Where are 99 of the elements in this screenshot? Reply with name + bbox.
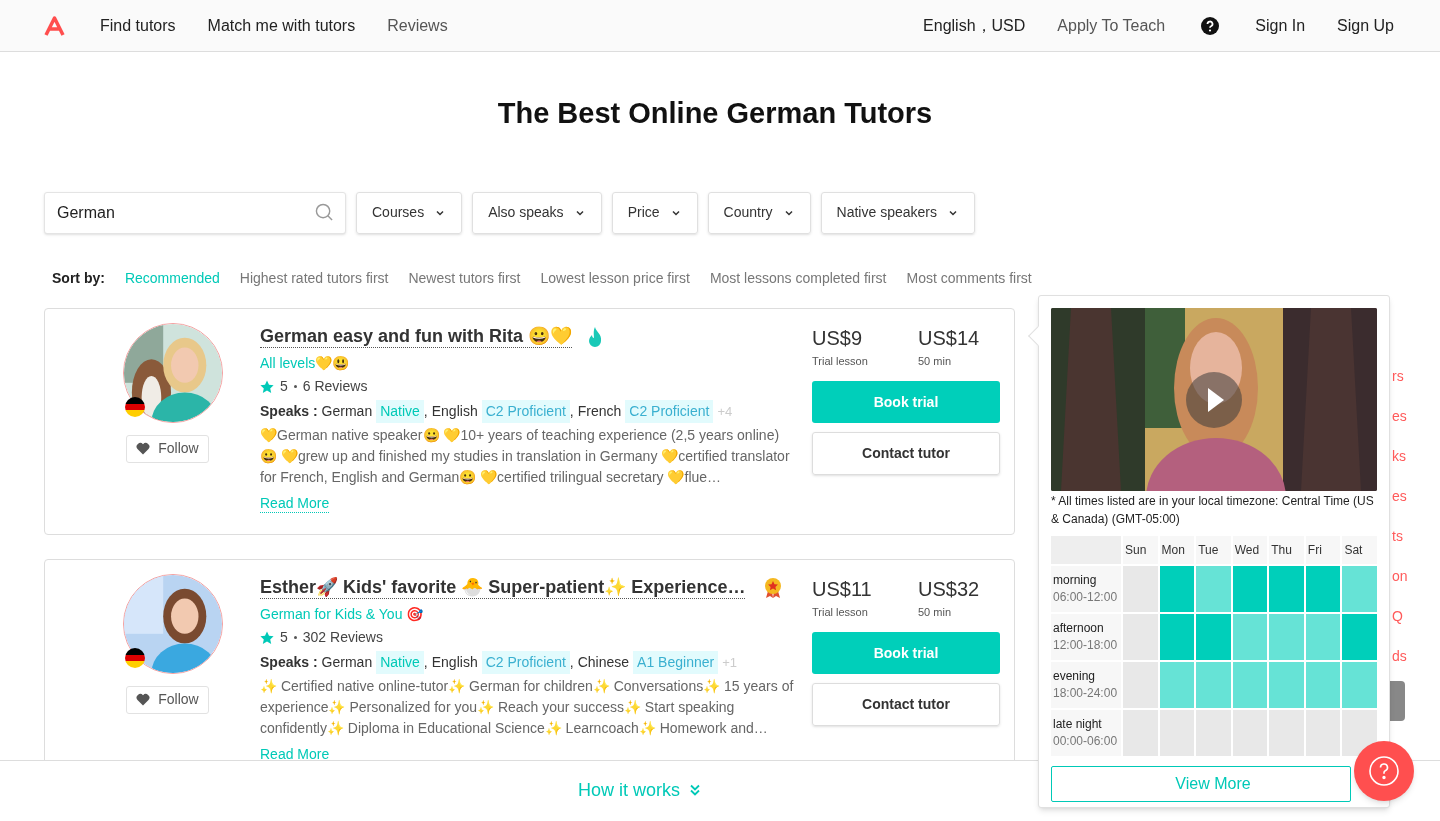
contact-tutor-button[interactable]: Contact tutor bbox=[812, 432, 1000, 475]
comma-text: , bbox=[423, 653, 428, 672]
sort-option[interactable]: Most comments first bbox=[906, 267, 1032, 289]
comma-text: , bbox=[423, 402, 428, 421]
heart-icon bbox=[136, 442, 151, 455]
day-header: Sat bbox=[1342, 536, 1377, 564]
language-currency-link[interactable]: English，USD bbox=[923, 13, 1026, 38]
nav-link[interactable]: Find tutors bbox=[100, 13, 176, 38]
question-icon bbox=[1369, 756, 1399, 786]
search-field[interactable]: German bbox=[44, 191, 346, 234]
sort-option[interactable]: Highest rated tutors first bbox=[239, 267, 389, 289]
timezone-note: * All times listed are in your local timezone: Central Time (US & Canada) (GMT-05:00) bbox=[1051, 493, 1375, 528]
time-slot-name: late night bbox=[1053, 716, 1103, 732]
language-level-tag: Native bbox=[376, 400, 424, 423]
comma-text: , bbox=[569, 402, 574, 421]
time-slot-name: evening bbox=[1053, 668, 1097, 684]
sign-up-link[interactable]: Sign Up bbox=[1337, 13, 1394, 38]
comma-text: , bbox=[569, 653, 574, 672]
lesson-duration: 50 min bbox=[918, 353, 953, 369]
rating-value: 5 bbox=[280, 377, 288, 396]
medal-icon bbox=[763, 576, 784, 599]
filter-dropdown[interactable]: Country bbox=[707, 191, 811, 234]
tutor-subtitle: German for Kids & You 🎯 bbox=[260, 604, 425, 624]
sidebar-link[interactable]: ts bbox=[1392, 526, 1403, 546]
tutor-title-link[interactable]: Esther🚀 Kids' favorite 🐣 Super-patient✨ Experience… bbox=[260, 576, 746, 599]
contact-tutor-button[interactable]: Contact tutor bbox=[812, 683, 1000, 726]
language-name: English bbox=[431, 653, 478, 672]
time-slot-name: afternoon bbox=[1053, 620, 1105, 636]
language-name: Chinese bbox=[577, 653, 630, 672]
review-count: 6 Reviews bbox=[302, 377, 368, 396]
sidebar-link[interactable]: es bbox=[1392, 486, 1407, 506]
page-title: The Best Online German Tutors bbox=[496, 96, 934, 131]
language-name: German bbox=[321, 402, 373, 421]
language-level-tag: C2 Proficient bbox=[481, 400, 570, 423]
time-slot-hours: 18:00-24:00 bbox=[1053, 685, 1119, 702]
speaks-label: Speaks : bbox=[260, 653, 318, 672]
help-icon[interactable] bbox=[1201, 16, 1220, 35]
logo-icon[interactable] bbox=[44, 15, 65, 36]
sign-in-link[interactable]: Sign In bbox=[1255, 13, 1306, 38]
lesson-duration: 50 min bbox=[918, 604, 953, 620]
nav-link[interactable]: Reviews bbox=[387, 13, 448, 38]
sidebar-link[interactable]: Q bbox=[1392, 606, 1403, 626]
heart-icon bbox=[136, 693, 151, 706]
time-slot-name: morning bbox=[1053, 572, 1098, 588]
sort-label: Sort by: bbox=[52, 268, 105, 288]
trial-price: US$9 bbox=[812, 325, 864, 350]
tutor-description: 💛German native speaker😀 💛10+ years of teaching experience (2,5 years online) 😀 💛grew up and finished my studies in translation in Germany 💛certified translator for French, English and German😀 💛certified trilingual secretary 💛flue… bbox=[260, 425, 791, 487]
rating-value: 5 bbox=[280, 628, 288, 647]
trial-label: Trial lesson bbox=[812, 353, 869, 369]
dot-separator-icon bbox=[293, 385, 297, 388]
language-level-tag: Native bbox=[376, 651, 424, 674]
language-name: German bbox=[321, 653, 373, 672]
language-level-tag: A1 Beginner bbox=[633, 651, 719, 674]
apply-to-teach-link[interactable]: Apply To Teach bbox=[1057, 13, 1166, 38]
language-level-tag: C2 Proficient bbox=[625, 400, 714, 423]
time-slot-hours: 00:00-06:00 bbox=[1053, 733, 1119, 750]
star-icon bbox=[260, 630, 274, 645]
dot-separator-icon bbox=[293, 636, 297, 639]
german-flag-icon bbox=[124, 647, 145, 668]
language-name: French bbox=[577, 402, 622, 421]
german-flag-icon bbox=[124, 396, 145, 417]
sidebar-link[interactable]: rs bbox=[1392, 366, 1404, 386]
filter-dropdown[interactable]: Price bbox=[611, 191, 698, 234]
tutor-description: ✨ Certified native online-tutor✨ German for children✨ Conversations✨ 15 years of experience✨ Personalized for you✨ Reach your success✨ Start speaking confidently✨ Diploma in Educational Science✨ Learncoach✨ Homework and… bbox=[260, 676, 795, 738]
lesson-price: US$32 bbox=[918, 576, 980, 601]
language-name: English bbox=[431, 402, 478, 421]
day-header: Fri bbox=[1305, 536, 1341, 564]
follow-button[interactable]: Follow bbox=[126, 434, 209, 463]
nav-link[interactable]: Match me with tutors bbox=[207, 13, 356, 38]
day-header: Sun bbox=[1123, 536, 1158, 564]
day-header: Thu bbox=[1269, 536, 1304, 564]
language-level-tag: C2 Proficient bbox=[481, 651, 570, 674]
filter-dropdown[interactable]: Courses bbox=[356, 191, 463, 234]
filter-dropdown[interactable]: Native speakers bbox=[820, 191, 975, 234]
sidebar-link[interactable]: on bbox=[1392, 566, 1408, 586]
sidebar-link[interactable]: ks bbox=[1392, 446, 1406, 466]
filter-dropdown[interactable]: Also speaks bbox=[472, 191, 602, 234]
time-slot-hours: 06:00-12:00 bbox=[1053, 589, 1119, 606]
double-chevron-icon bbox=[688, 783, 702, 797]
search-icon[interactable] bbox=[315, 202, 334, 222]
lesson-price: US$14 bbox=[918, 325, 980, 350]
trial-label: Trial lesson bbox=[812, 604, 869, 620]
sidebar-link[interactable]: es bbox=[1392, 406, 1407, 426]
trial-price: US$11 bbox=[812, 576, 873, 601]
day-header: Mon bbox=[1159, 536, 1195, 564]
speaks-label: Speaks : bbox=[260, 402, 318, 421]
time-slot-hours: 12:00-18:00 bbox=[1053, 637, 1119, 654]
tutor-subtitle: All levels💛😃 bbox=[260, 353, 351, 373]
star-icon bbox=[260, 379, 274, 394]
review-count: 302 Reviews bbox=[302, 628, 383, 647]
sort-option[interactable]: Most lessons completed first bbox=[709, 267, 887, 289]
sort-option[interactable]: Lowest lesson price first bbox=[540, 267, 690, 289]
follow-button[interactable]: Follow bbox=[126, 685, 209, 714]
day-header: Tue bbox=[1196, 536, 1231, 564]
day-header: Wed bbox=[1232, 536, 1268, 564]
sort-option[interactable]: Newest tutors first bbox=[408, 267, 521, 289]
play-icon[interactable] bbox=[1186, 372, 1242, 428]
tutor-title-link[interactable]: German easy and fun with Rita 😀💛 bbox=[260, 325, 573, 348]
sidebar-link[interactable]: ds bbox=[1392, 646, 1407, 666]
